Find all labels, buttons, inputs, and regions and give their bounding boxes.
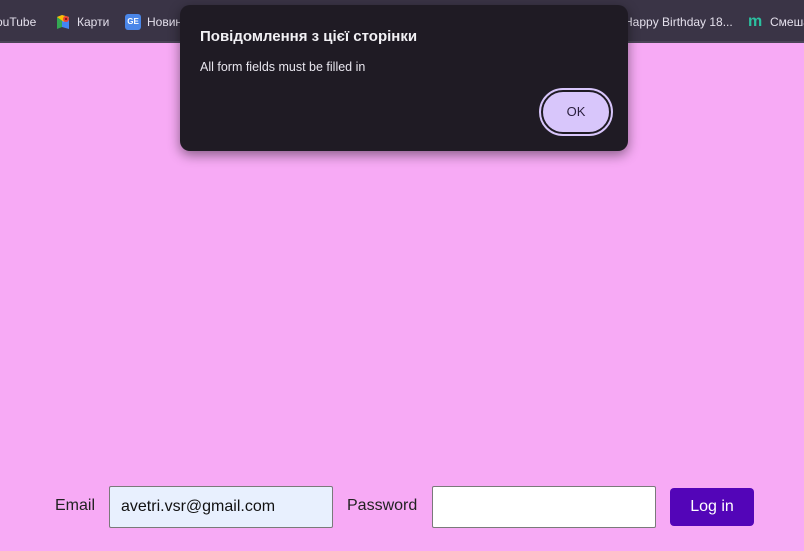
email-field[interactable] bbox=[109, 486, 333, 528]
bookmark-happy-birthday[interactable]: Happy Birthday 18... bbox=[624, 12, 733, 32]
ok-button[interactable]: OK bbox=[539, 88, 613, 136]
password-field[interactable] bbox=[432, 486, 656, 528]
bookmark-label: Новин bbox=[147, 15, 183, 29]
dialog-title: Повідомлення з цієї сторінки bbox=[200, 28, 418, 45]
email-label: Email bbox=[55, 497, 96, 514]
alert-dialog: Повідомлення з цієї сторінки All form fi… bbox=[180, 5, 628, 151]
news-icon: GE bbox=[125, 14, 141, 30]
dialog-message: All form fields must be filled in bbox=[200, 60, 366, 74]
m-logo-icon: m bbox=[748, 13, 763, 30]
bookmark-maps[interactable]: Карти bbox=[55, 12, 109, 32]
bookmark-label: ouTube bbox=[0, 15, 37, 29]
bookmark-news[interactable]: GE Новин bbox=[125, 12, 182, 32]
bookmark-label: Карти bbox=[77, 15, 110, 29]
bookmark-smesharики[interactable]: m Смеша bbox=[748, 12, 804, 32]
bookmark-label: Happy Birthday 18... bbox=[624, 15, 733, 29]
login-button[interactable]: Log in bbox=[670, 488, 754, 526]
bookmark-label: Смеша bbox=[770, 15, 804, 29]
maps-icon bbox=[55, 14, 71, 30]
bookmark-youtube[interactable]: ouTube bbox=[0, 12, 36, 32]
password-label: Password bbox=[347, 497, 418, 514]
